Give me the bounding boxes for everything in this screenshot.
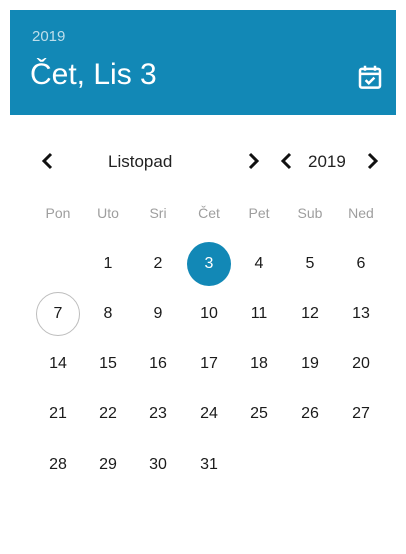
day-cell[interactable]: 12 (288, 292, 332, 336)
day-cell[interactable]: 21 (36, 392, 80, 436)
day-cell[interactable]: 20 (339, 342, 383, 386)
day-cell[interactable]: 25 (237, 392, 281, 436)
day-cell[interactable]: 28 (36, 443, 80, 487)
day-cell[interactable]: 17 (187, 342, 231, 386)
day-cell[interactable]: 23 (136, 392, 180, 436)
day-cell[interactable]: 22 (86, 392, 130, 436)
day-cell[interactable]: 29 (86, 443, 130, 487)
day-cell[interactable]: 15 (86, 342, 130, 386)
date-picker: 2019 Čet, Lis 3 Listopad 2019 Pon Uto Sr… (0, 0, 406, 554)
day-cell[interactable]: 2 (136, 242, 180, 286)
day-cell[interactable]: 31 (187, 443, 231, 487)
day-grid: 1 2 3 4 5 6 7 8 9 10 11 12 13 14 15 16 17 18 19 20 21 22 23 24 2… (0, 0, 406, 554)
day-cell-today[interactable]: 7 (36, 292, 80, 336)
day-cell[interactable]: 4 (237, 242, 281, 286)
day-cell[interactable]: 24 (187, 392, 231, 436)
day-cell[interactable]: 19 (288, 342, 332, 386)
day-cell[interactable]: 9 (136, 292, 180, 336)
day-cell[interactable]: 6 (339, 242, 383, 286)
day-cell-selected[interactable]: 3 (187, 242, 231, 286)
day-cell[interactable]: 30 (136, 443, 180, 487)
day-cell[interactable]: 26 (288, 392, 332, 436)
day-cell[interactable]: 13 (339, 292, 383, 336)
day-cell[interactable]: 16 (136, 342, 180, 386)
day-cell[interactable]: 1 (86, 242, 130, 286)
day-cell[interactable]: 8 (86, 292, 130, 336)
day-cell[interactable]: 5 (288, 242, 332, 286)
day-cell[interactable]: 14 (36, 342, 80, 386)
day-cell[interactable]: 27 (339, 392, 383, 436)
day-cell[interactable]: 10 (187, 292, 231, 336)
day-cell[interactable]: 11 (237, 292, 281, 336)
day-cell[interactable]: 18 (237, 342, 281, 386)
